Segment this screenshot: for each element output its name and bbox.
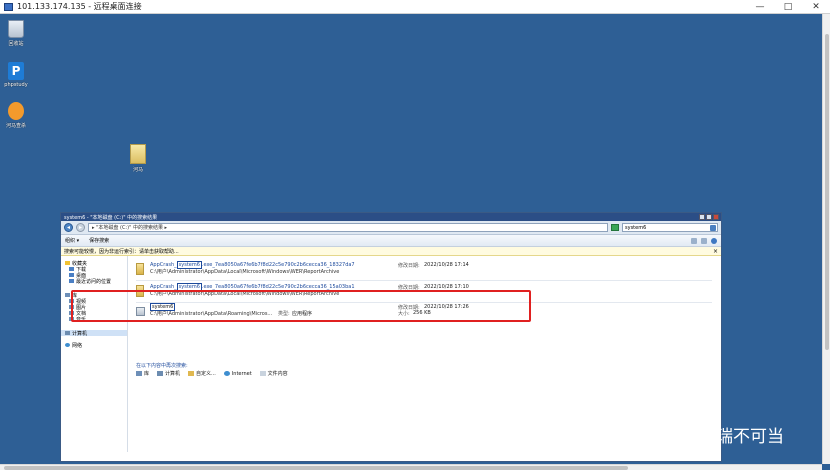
- computer-icon: [157, 371, 164, 376]
- explorer-window: system6 - "本地磁盘 (C:)" 中的搜索结果 ◂ ▸ ▸ "本地磁盘…: [60, 212, 722, 462]
- date-label: 修改日期:: [398, 263, 420, 269]
- desktop-icon-label: 河马: [132, 167, 143, 173]
- navigation-pane: 收藏夹 下载 桌面 最近访问的位置 库 视频 图片 文档 音乐 计算机 网络: [61, 256, 128, 452]
- search-again-internet[interactable]: Internet: [223, 370, 252, 377]
- nav-network[interactable]: 网络: [61, 342, 127, 349]
- explorer-title: system6 - "本地磁盘 (C:)" 中的搜索结果: [64, 214, 158, 221]
- refresh-button[interactable]: [611, 224, 619, 231]
- preview-pane-icon[interactable]: [701, 238, 707, 244]
- help-icon[interactable]: [711, 238, 717, 244]
- view-options-icon[interactable]: [691, 238, 697, 244]
- network-icon: [65, 343, 70, 347]
- folder-icon: [130, 144, 146, 164]
- scroll-thumb[interactable]: [4, 466, 628, 470]
- explorer-title-bar: system6 - "本地磁盘 (C:)" 中的搜索结果: [61, 213, 721, 221]
- horizontal-scrollbar[interactable]: [0, 464, 822, 470]
- phpstudy-icon: P: [8, 62, 24, 80]
- nav-recent[interactable]: 最近访问的位置: [61, 278, 127, 285]
- explorer-close-button[interactable]: [713, 214, 719, 220]
- result-path: C:\用户\Administrator\AppData\Local\Micros…: [150, 269, 340, 275]
- folder-icon: [136, 263, 144, 275]
- scroll-thumb[interactable]: [825, 34, 829, 350]
- search-results: AppCrash_ system6 .exe_7ea8050a67fe6b7f8d2…: [128, 256, 721, 452]
- library-icon: [65, 293, 70, 297]
- organize-button[interactable]: 组织 ▾: [65, 237, 79, 244]
- desktop-icon-label: phpstudy: [4, 82, 28, 88]
- clear-search-icon[interactable]: [710, 225, 716, 231]
- desktop-icon-label: 回收站: [8, 41, 24, 47]
- highlight-box: [71, 290, 531, 322]
- search-again-file-contents[interactable]: 文件内容: [259, 370, 288, 377]
- recycle-bin-icon: [8, 20, 24, 38]
- desktop-icon-hema-folder[interactable]: 河马: [122, 144, 154, 173]
- watermark-text: 瑞不可当: [716, 427, 784, 447]
- star-icon: [65, 261, 70, 265]
- vertical-scrollbar[interactable]: [822, 14, 830, 464]
- address-row: ◂ ▸ ▸ "本地磁盘 (C:)" 中的搜索结果 ▸ system6: [61, 221, 721, 235]
- wechat-icon: [692, 426, 712, 443]
- nav-computer[interactable]: 计算机: [61, 330, 127, 337]
- desktop-icon: [69, 273, 74, 277]
- hema-icon: [8, 102, 24, 120]
- internet-icon: [223, 371, 230, 376]
- library-icon: [136, 371, 142, 376]
- maximize-button[interactable]: □: [774, 0, 802, 14]
- desktop-icon-label: 河马查杀: [5, 123, 26, 129]
- back-button[interactable]: ◂: [64, 223, 73, 232]
- search-again-label: 在以下内容中再次搜索:: [136, 363, 188, 369]
- remote-desktop-icon: [4, 2, 13, 11]
- forward-button[interactable]: ▸: [76, 223, 85, 232]
- result-item[interactable]: AppCrash_ system6 .exe_7ea8050a67fe6b7f8d2…: [136, 261, 712, 280]
- desktop-icon-phpstudy[interactable]: P phpstudy: [0, 62, 32, 88]
- infobar-close-icon[interactable]: ×: [713, 248, 718, 255]
- recent-places-icon: [69, 279, 74, 283]
- search-again-libraries[interactable]: 库: [136, 370, 149, 377]
- rdp-title-bar: 101.133.174.135 - 远程桌面连接 — □ ✕: [0, 0, 830, 14]
- search-again-links: 库 计算机 自定义... Internet 文件内容: [136, 370, 288, 377]
- address-bar[interactable]: ▸ "本地磁盘 (C:)" 中的搜索结果 ▸: [88, 223, 608, 232]
- save-search-button[interactable]: 保存搜索: [89, 237, 109, 244]
- minimize-button[interactable]: —: [746, 0, 774, 14]
- explorer-maximize-button[interactable]: [706, 214, 712, 220]
- download-icon: [69, 267, 74, 271]
- search-input[interactable]: system6: [622, 223, 718, 232]
- close-button[interactable]: ✕: [802, 0, 830, 14]
- explorer-minimize-button[interactable]: [699, 214, 705, 220]
- index-info-bar[interactable]: 搜索可能较慢，因为非运行索引：请单击获取帮助... ×: [61, 247, 721, 256]
- modified-date: 2022/10/28 17:14: [424, 262, 469, 268]
- rdp-title: 101.133.174.135 - 远程桌面连接: [17, 2, 142, 11]
- computer-icon: [65, 331, 70, 335]
- search-again-custom[interactable]: 自定义...: [188, 370, 216, 377]
- desktop-icon-hema-scan[interactable]: 河马查杀: [0, 102, 32, 129]
- search-input-value: system6: [625, 224, 647, 231]
- index-info-text: 搜索可能较慢，因为非运行索引：请单击获取帮助...: [64, 248, 179, 255]
- watermark: 瑞不可当: [692, 422, 784, 447]
- folder-icon: [188, 371, 195, 376]
- explorer-toolbar: 组织 ▾ 保存搜索: [61, 235, 721, 247]
- search-again-computer[interactable]: 计算机: [157, 370, 180, 377]
- divider: [136, 280, 712, 281]
- desktop-icon-recycle-bin[interactable]: 回收站: [0, 20, 32, 47]
- file-contents-icon: [259, 371, 266, 376]
